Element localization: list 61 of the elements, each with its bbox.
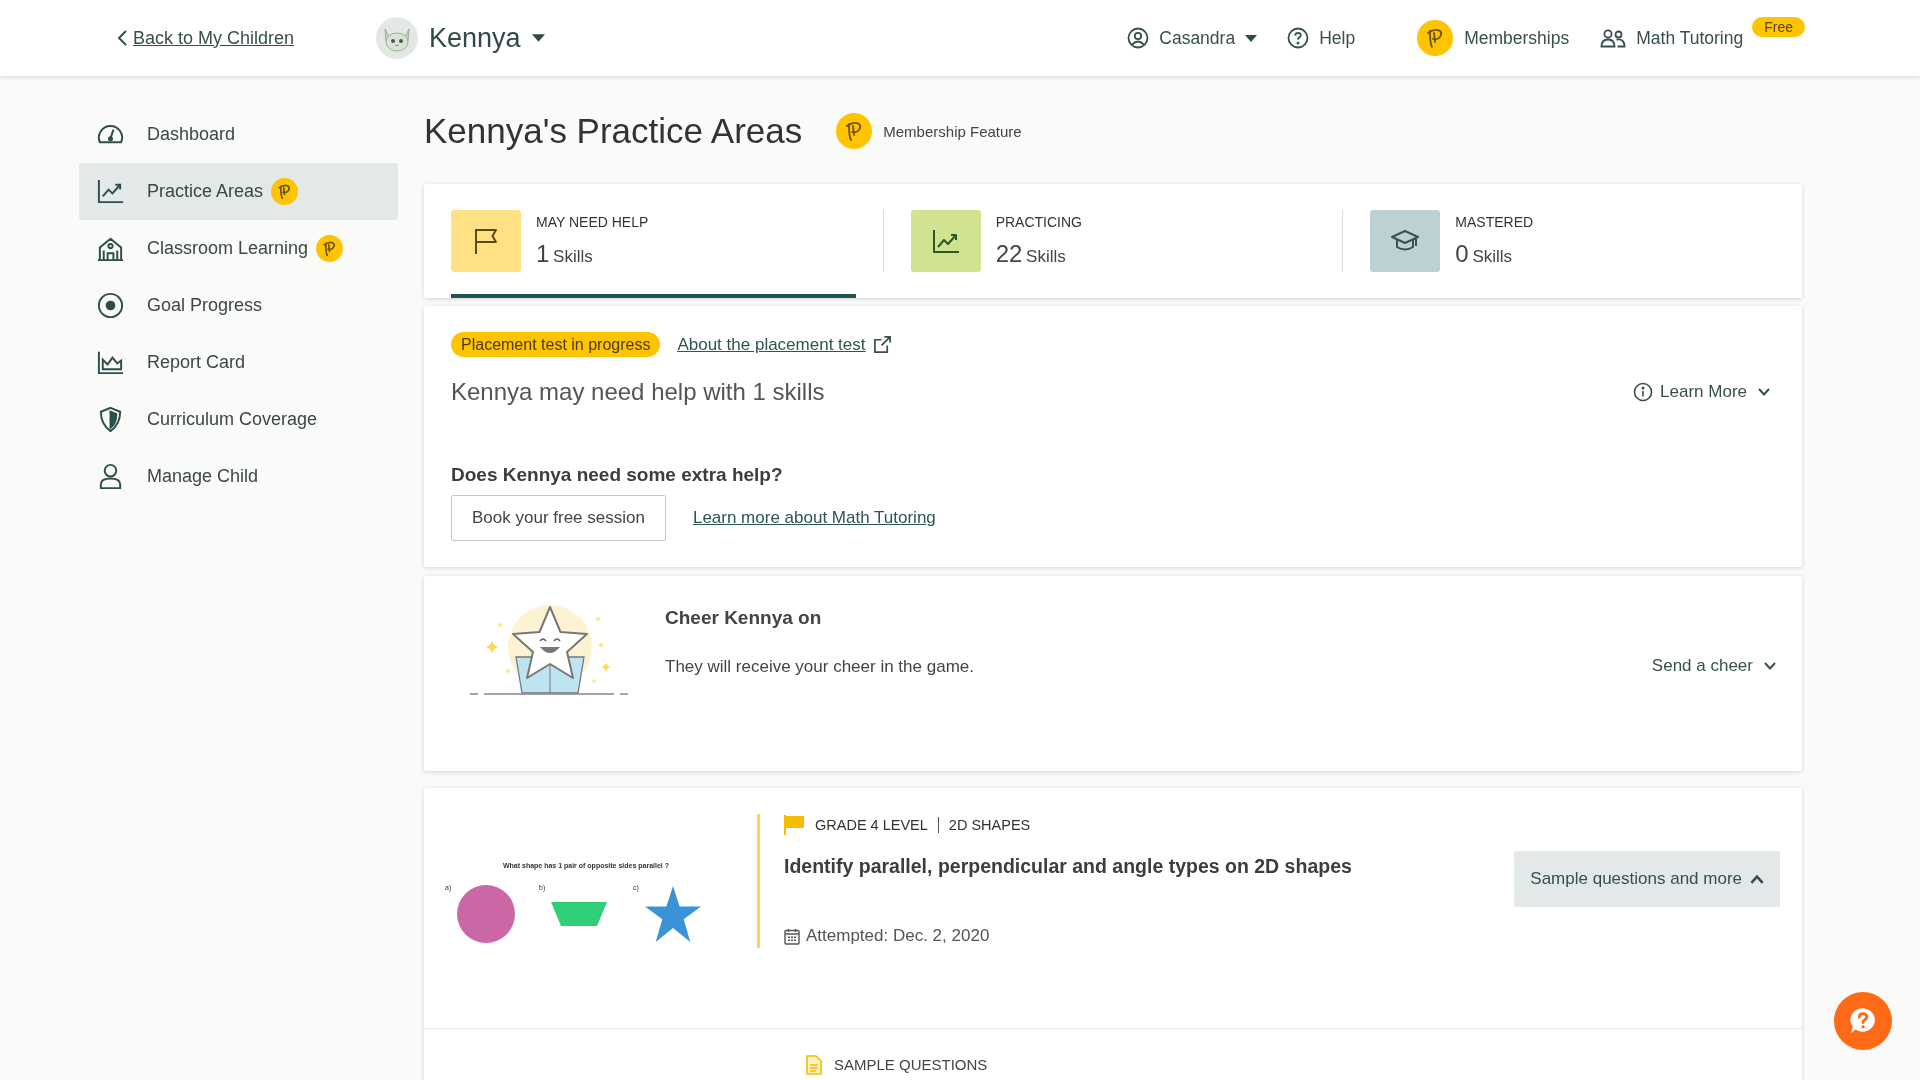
trapezoid-icon (551, 902, 608, 926)
target-icon (96, 291, 125, 320)
chevron-left-icon (118, 30, 127, 46)
sidebar-item[interactable]: Classroom Learning (79, 220, 398, 277)
memberships-link[interactable]: Memberships (1417, 20, 1570, 56)
document-icon (806, 1055, 822, 1075)
attempted-date: Attempted: Dec. 2, 2020 (806, 925, 990, 947)
user-menu[interactable]: Casandra (1127, 27, 1258, 49)
caret-down-icon (1245, 34, 1258, 42)
placement-test-link[interactable]: About the placement test (677, 334, 893, 355)
flag-icon (784, 815, 805, 835)
help-icon (1287, 27, 1310, 49)
sidebar-item[interactable]: Curriculum Coverage (79, 391, 398, 448)
grade-label: GRADE 4 LEVEL (815, 817, 939, 833)
membership-icon (836, 113, 873, 149)
free-badge: Free (1752, 17, 1805, 37)
chart-icon (910, 210, 981, 272)
circle-icon (457, 885, 516, 943)
sidebar-item[interactable]: Goal Progress (79, 277, 398, 334)
flag-icon (451, 210, 521, 272)
membership-icon (1417, 20, 1454, 56)
skill-title: Identify parallel, perpendicular and angle types on 2D shapes (784, 854, 1352, 878)
section-heading: SAMPLE QUESTIONS (834, 1056, 988, 1074)
book-session-button[interactable]: Book your free session (451, 495, 666, 541)
chevron-down-icon (1764, 662, 1776, 670)
sample-questions-button[interactable]: Sample questions and more (1514, 851, 1780, 907)
help-chat-button[interactable] (1834, 992, 1892, 1050)
page-title: Kennya's Practice Areas (424, 110, 803, 152)
sidebar-item[interactable]: Report Card (79, 334, 398, 391)
help-link[interactable]: Help (1287, 27, 1356, 49)
sidebar-item[interactable]: Manage Child (79, 448, 398, 505)
graduation-cap-icon (1370, 210, 1441, 272)
cheer-title: Cheer Kennya on (665, 606, 822, 630)
people-icon (1600, 28, 1627, 48)
help-question: Does Kennya need some extra help? (451, 464, 783, 486)
membership-feature-label: Membership Feature (883, 122, 1022, 140)
child-selector[interactable]: Kennya (376, 17, 545, 59)
chevron-down-icon (1758, 388, 1770, 396)
caret-down-icon (531, 34, 545, 42)
info-icon (1633, 382, 1654, 402)
chevron-up-icon (1750, 874, 1764, 884)
cheer-description: They will receive your cheer in the game. (665, 656, 974, 678)
user-circle-icon (1127, 27, 1150, 49)
sidebar-item[interactable]: Dashboard (79, 106, 398, 163)
star-icon (644, 886, 701, 942)
status-badge: Placement test in progress (451, 332, 661, 357)
learn-more-button[interactable]: Learn More (1633, 382, 1770, 402)
stat-tab[interactable]: MAY NEED HELP 1 Skills (451, 184, 856, 298)
math-tutoring-info-link[interactable]: Learn more about Math Tutoring (692, 508, 936, 528)
stat-tab[interactable]: PRACTICING 22 Skills (910, 184, 1316, 298)
back-link[interactable]: Back to My Children (118, 27, 295, 49)
summary-text: Kennya may need help with 1 skills (451, 377, 825, 407)
external-link-icon (873, 335, 893, 354)
stat-tab[interactable]: MASTERED 0 Skills (1370, 184, 1775, 298)
math-tutoring-link[interactable]: Math Tutoring (1600, 27, 1744, 49)
topic-label: 2D SHAPES (947, 817, 1031, 833)
send-cheer-button[interactable]: Send a cheer (1651, 654, 1776, 678)
sidebar-item[interactable]: Practice Areas (79, 163, 398, 220)
line-chart-icon (96, 177, 125, 206)
cat-avatar-icon (376, 17, 419, 59)
calendar-icon (784, 927, 800, 945)
